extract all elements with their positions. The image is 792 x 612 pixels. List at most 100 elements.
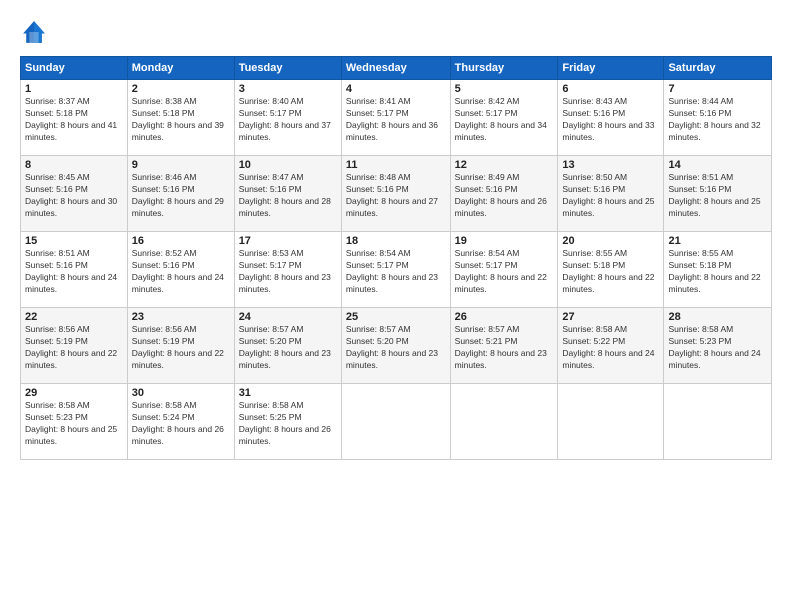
day-info: Sunrise: 8:57 AMSunset: 5:20 PMDaylight:… [239, 324, 331, 370]
day-info: Sunrise: 8:58 AMSunset: 5:23 PMDaylight:… [25, 400, 117, 446]
calendar-cell: 28 Sunrise: 8:58 AMSunset: 5:23 PMDaylig… [664, 308, 772, 384]
day-info: Sunrise: 8:42 AMSunset: 5:17 PMDaylight:… [455, 96, 547, 142]
calendar-cell: 11 Sunrise: 8:48 AMSunset: 5:16 PMDaylig… [341, 156, 450, 232]
logo-icon [20, 18, 48, 46]
day-info: Sunrise: 8:51 AMSunset: 5:16 PMDaylight:… [25, 248, 117, 294]
calendar-week-1: 1 Sunrise: 8:37 AMSunset: 5:18 PMDayligh… [21, 80, 772, 156]
day-number: 5 [455, 83, 554, 95]
col-sunday: Sunday [21, 57, 128, 80]
calendar-cell: 25 Sunrise: 8:57 AMSunset: 5:20 PMDaylig… [341, 308, 450, 384]
day-info: Sunrise: 8:54 AMSunset: 5:17 PMDaylight:… [346, 248, 438, 294]
calendar-cell: 3 Sunrise: 8:40 AMSunset: 5:17 PMDayligh… [234, 80, 341, 156]
day-info: Sunrise: 8:50 AMSunset: 5:16 PMDaylight:… [562, 172, 654, 218]
day-info: Sunrise: 8:58 AMSunset: 5:25 PMDaylight:… [239, 400, 331, 446]
calendar-week-5: 29 Sunrise: 8:58 AMSunset: 5:23 PMDaylig… [21, 384, 772, 460]
day-info: Sunrise: 8:57 AMSunset: 5:21 PMDaylight:… [455, 324, 547, 370]
day-info: Sunrise: 8:55 AMSunset: 5:18 PMDaylight:… [562, 248, 654, 294]
calendar-cell: 23 Sunrise: 8:56 AMSunset: 5:19 PMDaylig… [127, 308, 234, 384]
calendar-cell: 20 Sunrise: 8:55 AMSunset: 5:18 PMDaylig… [558, 232, 664, 308]
calendar-cell: 7 Sunrise: 8:44 AMSunset: 5:16 PMDayligh… [664, 80, 772, 156]
logo [20, 18, 52, 46]
day-number: 4 [346, 83, 446, 95]
day-info: Sunrise: 8:54 AMSunset: 5:17 PMDaylight:… [455, 248, 547, 294]
day-info: Sunrise: 8:45 AMSunset: 5:16 PMDaylight:… [25, 172, 117, 218]
day-number: 27 [562, 311, 659, 323]
day-info: Sunrise: 8:58 AMSunset: 5:23 PMDaylight:… [668, 324, 760, 370]
col-monday: Monday [127, 57, 234, 80]
calendar-cell: 18 Sunrise: 8:54 AMSunset: 5:17 PMDaylig… [341, 232, 450, 308]
day-number: 10 [239, 159, 337, 171]
day-info: Sunrise: 8:43 AMSunset: 5:16 PMDaylight:… [562, 96, 654, 142]
day-info: Sunrise: 8:57 AMSunset: 5:20 PMDaylight:… [346, 324, 438, 370]
calendar-cell: 16 Sunrise: 8:52 AMSunset: 5:16 PMDaylig… [127, 232, 234, 308]
day-info: Sunrise: 8:41 AMSunset: 5:17 PMDaylight:… [346, 96, 438, 142]
day-number: 28 [668, 311, 767, 323]
day-number: 13 [562, 159, 659, 171]
calendar-cell: 17 Sunrise: 8:53 AMSunset: 5:17 PMDaylig… [234, 232, 341, 308]
calendar-cell [450, 384, 558, 460]
calendar-cell: 1 Sunrise: 8:37 AMSunset: 5:18 PMDayligh… [21, 80, 128, 156]
day-number: 14 [668, 159, 767, 171]
page: Sunday Monday Tuesday Wednesday Thursday… [0, 0, 792, 612]
day-number: 21 [668, 235, 767, 247]
day-number: 7 [668, 83, 767, 95]
day-info: Sunrise: 8:47 AMSunset: 5:16 PMDaylight:… [239, 172, 331, 218]
day-number: 12 [455, 159, 554, 171]
day-info: Sunrise: 8:55 AMSunset: 5:18 PMDaylight:… [668, 248, 760, 294]
day-number: 6 [562, 83, 659, 95]
calendar-cell: 27 Sunrise: 8:58 AMSunset: 5:22 PMDaylig… [558, 308, 664, 384]
calendar-cell [558, 384, 664, 460]
day-number: 26 [455, 311, 554, 323]
day-info: Sunrise: 8:56 AMSunset: 5:19 PMDaylight:… [25, 324, 117, 370]
calendar-cell: 4 Sunrise: 8:41 AMSunset: 5:17 PMDayligh… [341, 80, 450, 156]
col-thursday: Thursday [450, 57, 558, 80]
calendar-cell: 5 Sunrise: 8:42 AMSunset: 5:17 PMDayligh… [450, 80, 558, 156]
day-info: Sunrise: 8:53 AMSunset: 5:17 PMDaylight:… [239, 248, 331, 294]
day-info: Sunrise: 8:52 AMSunset: 5:16 PMDaylight:… [132, 248, 224, 294]
day-number: 17 [239, 235, 337, 247]
calendar-header-row: Sunday Monday Tuesday Wednesday Thursday… [21, 57, 772, 80]
day-number: 23 [132, 311, 230, 323]
col-saturday: Saturday [664, 57, 772, 80]
day-number: 29 [25, 387, 123, 399]
col-friday: Friday [558, 57, 664, 80]
day-info: Sunrise: 8:44 AMSunset: 5:16 PMDaylight:… [668, 96, 760, 142]
day-number: 15 [25, 235, 123, 247]
calendar-cell: 26 Sunrise: 8:57 AMSunset: 5:21 PMDaylig… [450, 308, 558, 384]
day-number: 18 [346, 235, 446, 247]
day-number: 31 [239, 387, 337, 399]
calendar-cell: 21 Sunrise: 8:55 AMSunset: 5:18 PMDaylig… [664, 232, 772, 308]
calendar-week-2: 8 Sunrise: 8:45 AMSunset: 5:16 PMDayligh… [21, 156, 772, 232]
calendar-cell: 15 Sunrise: 8:51 AMSunset: 5:16 PMDaylig… [21, 232, 128, 308]
day-number: 3 [239, 83, 337, 95]
day-number: 19 [455, 235, 554, 247]
day-info: Sunrise: 8:38 AMSunset: 5:18 PMDaylight:… [132, 96, 224, 142]
day-number: 2 [132, 83, 230, 95]
calendar-cell: 29 Sunrise: 8:58 AMSunset: 5:23 PMDaylig… [21, 384, 128, 460]
col-tuesday: Tuesday [234, 57, 341, 80]
calendar-week-3: 15 Sunrise: 8:51 AMSunset: 5:16 PMDaylig… [21, 232, 772, 308]
day-info: Sunrise: 8:51 AMSunset: 5:16 PMDaylight:… [668, 172, 760, 218]
day-info: Sunrise: 8:40 AMSunset: 5:17 PMDaylight:… [239, 96, 331, 142]
calendar-cell: 9 Sunrise: 8:46 AMSunset: 5:16 PMDayligh… [127, 156, 234, 232]
day-info: Sunrise: 8:48 AMSunset: 5:16 PMDaylight:… [346, 172, 438, 218]
day-info: Sunrise: 8:58 AMSunset: 5:24 PMDaylight:… [132, 400, 224, 446]
day-info: Sunrise: 8:56 AMSunset: 5:19 PMDaylight:… [132, 324, 224, 370]
header [20, 18, 772, 46]
calendar-cell [341, 384, 450, 460]
day-info: Sunrise: 8:46 AMSunset: 5:16 PMDaylight:… [132, 172, 224, 218]
day-number: 22 [25, 311, 123, 323]
calendar-cell: 8 Sunrise: 8:45 AMSunset: 5:16 PMDayligh… [21, 156, 128, 232]
day-number: 24 [239, 311, 337, 323]
calendar-cell: 12 Sunrise: 8:49 AMSunset: 5:16 PMDaylig… [450, 156, 558, 232]
day-info: Sunrise: 8:58 AMSunset: 5:22 PMDaylight:… [562, 324, 654, 370]
calendar-cell [664, 384, 772, 460]
calendar-cell: 10 Sunrise: 8:47 AMSunset: 5:16 PMDaylig… [234, 156, 341, 232]
day-number: 20 [562, 235, 659, 247]
day-number: 16 [132, 235, 230, 247]
calendar: Sunday Monday Tuesday Wednesday Thursday… [20, 56, 772, 460]
day-number: 9 [132, 159, 230, 171]
col-wednesday: Wednesday [341, 57, 450, 80]
calendar-cell: 2 Sunrise: 8:38 AMSunset: 5:18 PMDayligh… [127, 80, 234, 156]
calendar-cell: 30 Sunrise: 8:58 AMSunset: 5:24 PMDaylig… [127, 384, 234, 460]
